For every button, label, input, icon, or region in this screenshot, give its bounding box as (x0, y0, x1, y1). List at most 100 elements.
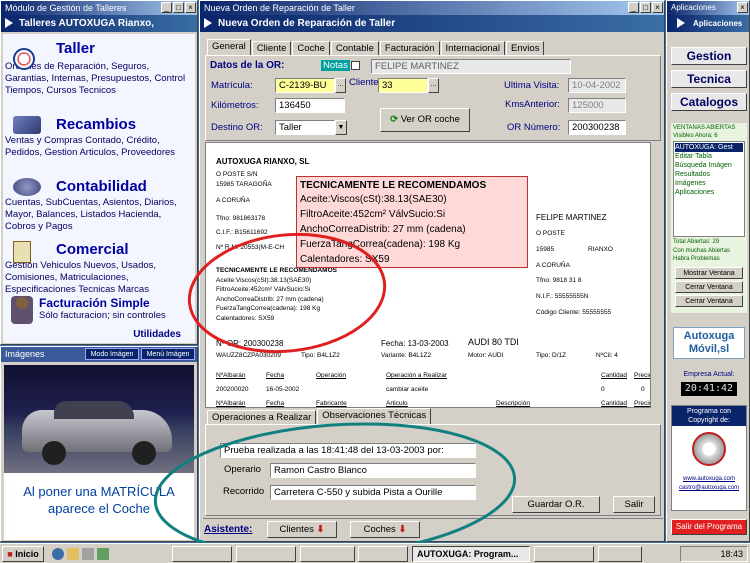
operario-input[interactable]: Ramon Castro Blanco (270, 463, 476, 478)
copyright-text: Programa con Copyright de: (672, 406, 746, 426)
window-list-item[interactable]: Resultados (675, 170, 743, 179)
cerrar-ventana-button[interactable]: Cerrar Ventana (675, 281, 743, 293)
task-button[interactable] (236, 546, 296, 562)
notas-checkbox[interactable] (351, 61, 360, 70)
cliente-input[interactable]: 33 (378, 78, 428, 93)
guardar-or-button[interactable]: Guardar O.R. (512, 496, 600, 513)
task-button[interactable] (598, 546, 642, 562)
doc-col-header: NºAlbarán (216, 400, 246, 407)
app-icon[interactable] (97, 548, 109, 560)
start-button[interactable]: ■ Inicio (2, 546, 44, 562)
minimize-button[interactable]: _ (628, 2, 639, 13)
salir-programa-button[interactable]: Salir del Programa (671, 519, 747, 535)
asistente-label: Asistente: (204, 524, 253, 535)
url2[interactable]: castro@autoxuga.com (672, 485, 746, 491)
right-window-titlebar[interactable]: Aplicaciones × (667, 1, 749, 15)
person-icon (11, 296, 33, 324)
clientes-button[interactable]: Clientes ⬇ (267, 521, 337, 538)
doc-parts-header: NºAlbarán Fecha Fabricante Articulo Desc… (216, 399, 650, 407)
system-tray: 18:43 (680, 546, 748, 562)
section-contabilidad[interactable]: Contabilidad Cuentas, SubCuentas, Asient… (5, 178, 193, 233)
destino-dropdown-button[interactable]: ▼ (335, 120, 347, 135)
km-input[interactable]: 136450 (275, 98, 345, 113)
matricula-input[interactable]: C-2139-BU (275, 78, 335, 93)
notas-label: Notas (321, 60, 350, 71)
close-button[interactable]: × (185, 2, 196, 13)
popup-line: Aceite:Viscos(cSt):38.13(SAE30) (300, 194, 447, 205)
quicklaunch (52, 548, 109, 560)
window-list-item[interactable]: AUTOXUGA: Gest (675, 143, 743, 152)
main-window-title: Nueva Orden de Reparación de Taller (204, 3, 355, 13)
ie-icon[interactable] (52, 548, 64, 560)
section-facturacion[interactable]: Facturación Simple Sólo facturacion; sin… (11, 296, 193, 324)
matricula-lookup-button[interactable]: ... (335, 78, 346, 93)
salir-button[interactable]: Salir (613, 496, 655, 513)
close-button[interactable]: × (737, 2, 748, 13)
mode-image-button[interactable]: Modo Imágen (85, 348, 139, 360)
section-title[interactable]: Comercial (11, 241, 193, 258)
images-titlebar: Imágenes Modo Imágen Menú Imágen (1, 347, 197, 362)
url1[interactable]: www.autoxuga.com (672, 476, 746, 482)
car-wheel-shape (132, 441, 156, 465)
tab-coche[interactable]: Coche (292, 41, 330, 55)
desktop-icon[interactable] (82, 548, 94, 560)
gestion-button[interactable]: Gestion (671, 47, 747, 65)
recorrido-input[interactable]: Carretera C-550 y subida Pista a Ourille (270, 485, 476, 500)
section-text: Sólo facturacion; sin controles (39, 310, 166, 321)
coins-icon (13, 178, 41, 196)
client-name-field[interactable]: FELIPE MARTINEZ (371, 59, 571, 74)
coches-button[interactable]: Coches ⬇ (350, 521, 420, 538)
left-window-titlebar[interactable]: Módulo de Gestión de Talleres _ □ × (1, 1, 197, 15)
images-window: Imágenes Modo Imágen Menú Imágen Al pone… (0, 346, 198, 542)
close-button[interactable]: × (652, 2, 663, 13)
cliente-lookup-button[interactable]: ... (428, 78, 439, 93)
destino-select[interactable]: Taller (275, 120, 335, 135)
section-taller[interactable]: Taller Ordenes de Reparación, Seguros, G… (5, 40, 193, 97)
task-button[interactable] (300, 546, 355, 562)
arrow-down-icon: ⬇ (398, 524, 407, 535)
main-window-titlebar[interactable]: Nueva Orden de Reparación de Taller _ □ × (200, 1, 664, 15)
arrow-icon (677, 18, 685, 28)
cerrar-ventana-button[interactable]: Cerrar Ventana (675, 295, 743, 307)
tab-observaciones[interactable]: Observaciones Técnicas (317, 408, 432, 424)
section-text: Gestion Vehiculos Nuevos, Usados, Comisi… (5, 260, 157, 295)
window-list-item[interactable]: Imágenes (675, 179, 743, 188)
right-header: Aplicaciones (667, 15, 749, 32)
mostrar-ventana-button[interactable]: Mostrar Ventana (675, 267, 743, 279)
window-list-item[interactable]: Editar Tabla (675, 152, 743, 161)
tab-operaciones[interactable]: Operaciones a Realizar (207, 410, 317, 424)
doc-motor: Motor: AUDI (468, 352, 504, 359)
window-list-item[interactable]: Aplicaciones (675, 188, 743, 197)
doc-cell: cambiar aceite (386, 386, 429, 393)
tab-envios[interactable]: Envios (505, 41, 545, 55)
section-title[interactable]: Taller (11, 40, 193, 57)
task-button[interactable] (172, 546, 232, 562)
utilidades-link[interactable]: Utilidades (133, 329, 181, 340)
tools-icon (13, 116, 41, 134)
maximize-button[interactable]: □ (173, 2, 184, 13)
tecnica-button[interactable]: Tecnica (671, 70, 747, 88)
right-window: Aplicaciones × Aplicaciones Gestion Tecn… (666, 0, 750, 542)
task-button[interactable] (358, 546, 408, 562)
doc-ncil: NºCil: 4 (596, 352, 618, 359)
task-autoxuga[interactable]: AUTOXUGA: Program... (412, 546, 530, 562)
task-button[interactable] (534, 546, 594, 562)
outlook-icon[interactable] (67, 548, 79, 560)
section-title[interactable]: Facturación Simple (11, 296, 193, 310)
tab-facturacion[interactable]: Facturación (379, 41, 440, 55)
maximize-button[interactable]: □ (640, 2, 651, 13)
tab-contable[interactable]: Contable (330, 41, 379, 55)
tab-internacional[interactable]: Internacional (440, 41, 505, 55)
ultima-visita-field: 10-04-2002 (568, 78, 626, 93)
general-panel: Datos de la OR: Notas FELIPE MARTINEZ Ma… (205, 55, 661, 141)
tab-cliente[interactable]: Cliente (251, 41, 292, 55)
menu-image-button[interactable]: Menú Imágen (141, 348, 195, 360)
tab-general[interactable]: General (207, 39, 251, 55)
catalogos-button[interactable]: Catalogos (671, 93, 747, 111)
section-comercial[interactable]: Comercial Gestion Vehiculos Nuevos, Usad… (5, 241, 193, 296)
minimize-button[interactable]: _ (161, 2, 172, 13)
ver-or-coche-button[interactable]: ⟳ Ver OR coche (380, 108, 470, 132)
section-recambios[interactable]: Recambios Ventas y Compras Contado, Créd… (5, 116, 193, 159)
operario-label: Operario (224, 464, 261, 475)
window-list-item[interactable]: Búsqueda Imágen (675, 161, 743, 170)
